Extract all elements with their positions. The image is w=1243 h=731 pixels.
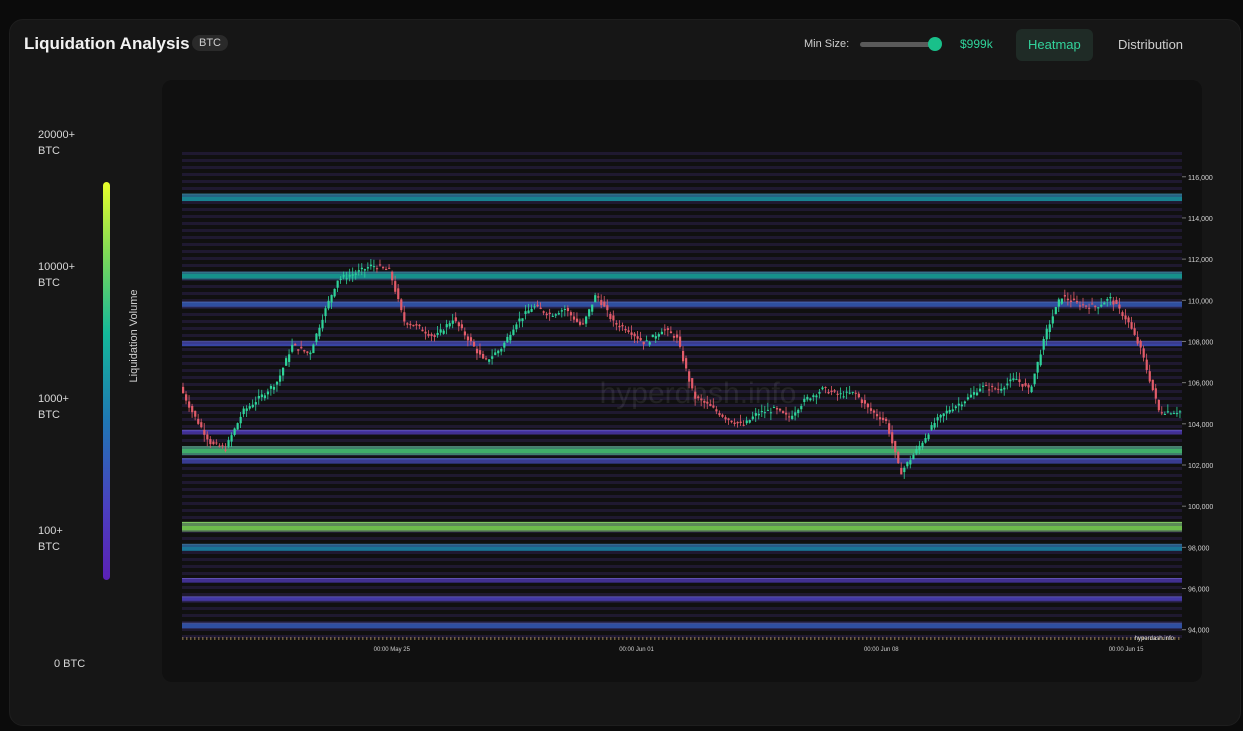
legend-level-0: 0 BTC: [54, 658, 86, 670]
legend-level-100: 100+ BTC: [38, 525, 63, 553]
asset-badge: BTC: [192, 35, 228, 51]
legend-level-20000: 20000+ BTC: [38, 129, 76, 157]
heatmap-chart-container: [162, 80, 1202, 682]
page-title: Liquidation Analysis: [24, 34, 190, 53]
legend-level-10000: 10000+ BTC: [38, 261, 76, 289]
min-size-label: Min Size:: [804, 38, 850, 50]
tab-distribution[interactable]: Distribution: [1106, 29, 1195, 61]
min-size-slider[interactable]: [860, 37, 942, 51]
legend-axis-title: Liquidation Volume: [128, 289, 140, 383]
tab-heatmap[interactable]: Heatmap: [1016, 29, 1093, 61]
min-size-slider-thumb[interactable]: [928, 37, 942, 51]
liquidation-volume-colorbar: [103, 182, 110, 580]
min-size-value: $999k: [960, 37, 993, 51]
legend-level-1000: 1000+ BTC: [38, 393, 69, 421]
